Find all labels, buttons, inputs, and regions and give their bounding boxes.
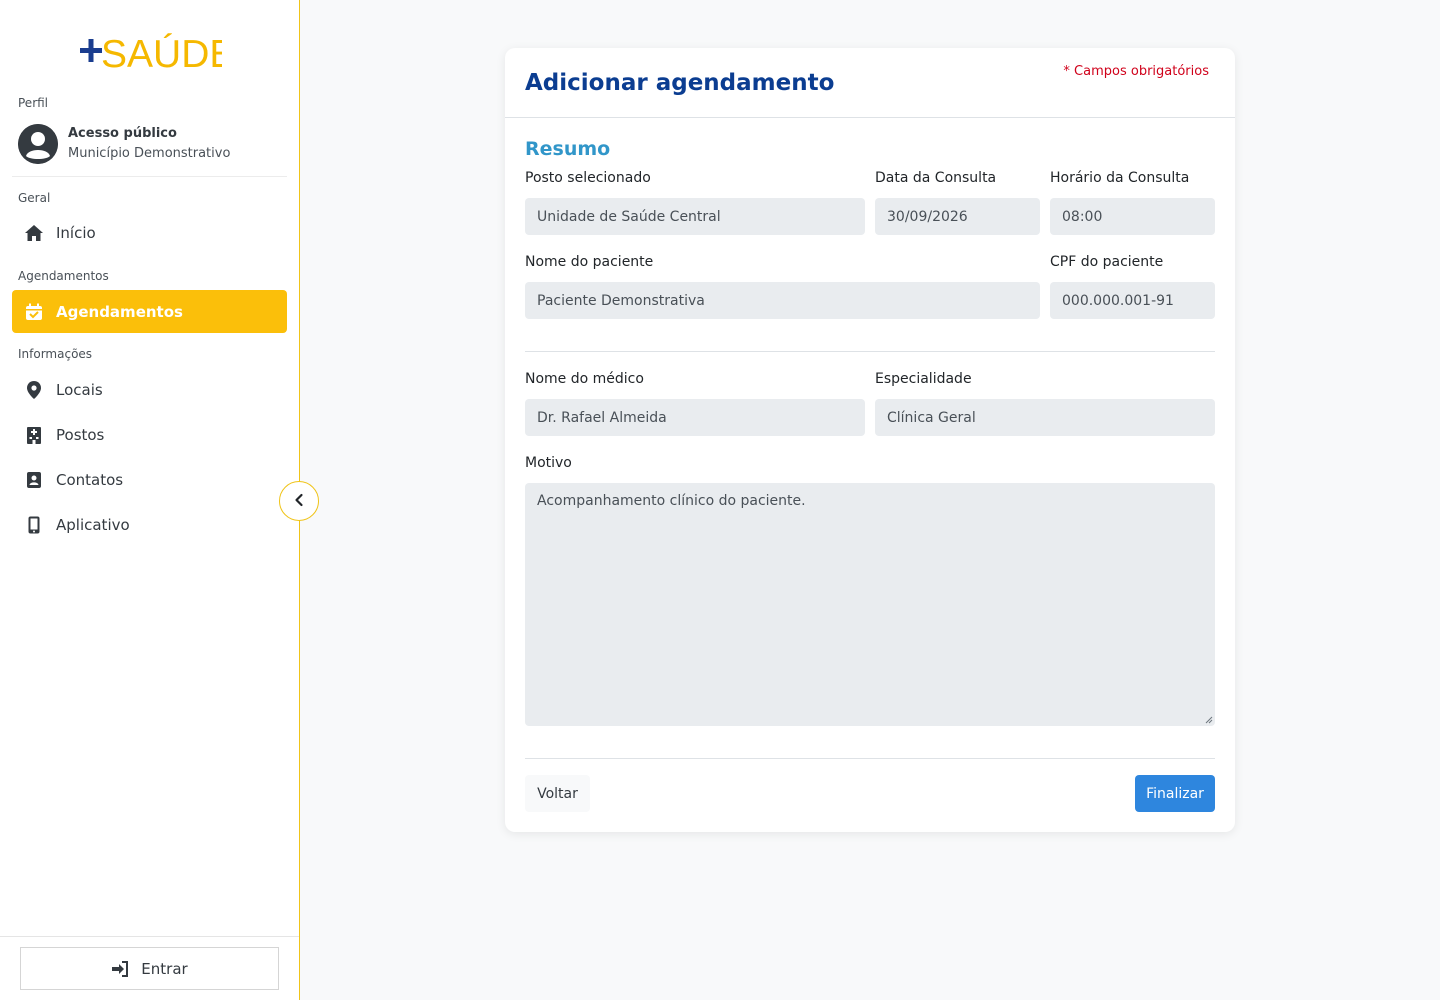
svg-text:SAÚDE: SAÚDE (101, 33, 222, 72)
user-circle-icon (18, 124, 58, 164)
sidebar-item-label: Início (56, 223, 96, 242)
doctor-name-field[interactable]: Dr. Rafael Almeida (525, 399, 865, 436)
sidebar-item-contatos[interactable]: Contatos (12, 458, 287, 501)
page-title: Adicionar agendamento (525, 70, 835, 96)
medico-label: Nome do médico (525, 371, 644, 387)
sidebar-item-aplicativo[interactable]: Aplicativo (12, 503, 287, 546)
login-button[interactable]: Entrar (20, 947, 279, 990)
profile-name: Acesso público (68, 126, 177, 141)
section-divider (525, 351, 1215, 352)
profile-municipality: Município Demonstrativo (68, 146, 231, 161)
summary-section-title: Resumo (525, 138, 611, 160)
sidebar-item-label: Postos (56, 425, 105, 444)
sidebar-item-postos[interactable]: Postos (12, 413, 287, 456)
footer-divider (525, 758, 1215, 759)
login-label: Entrar (141, 959, 188, 978)
sidebar-item-label: Aplicativo (56, 515, 130, 534)
sidebar-collapse-button[interactable] (279, 481, 319, 521)
sidebar: SAÚDE Perfil Acesso público Município De… (0, 0, 300, 1000)
sidebar-item-label: Agendamentos (56, 302, 183, 321)
building-icon (24, 425, 44, 445)
card-header-divider (505, 117, 1235, 118)
nav-group-label: Agendamentos (18, 269, 109, 283)
nav-group-label: Informações (18, 347, 93, 361)
sidebar-item-label: Contatos (56, 470, 124, 489)
especialidade-label: Especialidade (875, 371, 972, 387)
profile-card: Acesso público Município Demonstrativo (18, 122, 288, 166)
cpf-field[interactable]: 000.000.001-91 (1050, 282, 1215, 319)
reason-text: Acompanhamento clínico do paciente. (537, 493, 806, 509)
nav-group-label: Geral (18, 191, 51, 205)
horario-label: Horário da Consulta (1050, 170, 1190, 186)
address-book-icon (24, 470, 44, 490)
time-field[interactable]: 08:00 (1050, 198, 1215, 235)
resize-grip-icon[interactable] (1205, 716, 1213, 724)
sidebar-footer-divider (0, 936, 299, 937)
posto-label: Posto selecionado (525, 170, 651, 186)
cpf-label: CPF do paciente (1050, 254, 1164, 270)
map-pin-icon (24, 380, 44, 400)
paciente-label: Nome do paciente (525, 254, 654, 270)
back-button[interactable]: Voltar (525, 775, 590, 812)
date-field[interactable]: 30/09/2026 (875, 198, 1040, 235)
reason-textarea[interactable]: Acompanhamento clínico do paciente. (525, 483, 1215, 726)
sidebar-item-locais[interactable]: Locais (12, 368, 287, 411)
sidebar-item-inicio[interactable]: Início (12, 211, 287, 254)
chevron-left-icon (294, 492, 304, 511)
mobile-icon (24, 515, 44, 535)
calendar-check-icon (24, 302, 44, 322)
patient-name-field[interactable]: Paciente Demonstrativa (525, 282, 1040, 319)
finish-button[interactable]: Finalizar (1135, 775, 1215, 812)
sign-in-icon (111, 960, 129, 977)
data-label: Data da Consulta (875, 170, 997, 186)
sidebar-item-agendamentos[interactable]: Agendamentos (12, 290, 287, 333)
required-fields-note: * Campos obrigatórios (1063, 64, 1209, 79)
app-logo[interactable]: SAÚDE (78, 28, 222, 72)
appointment-form-card: Adicionar agendamento * Campos obrigatór… (505, 48, 1235, 832)
sidebar-divider (12, 176, 287, 177)
sidebar-item-label: Locais (56, 380, 103, 399)
home-icon (24, 223, 44, 243)
profile-section-label: Perfil (18, 96, 49, 110)
motivo-label: Motivo (525, 455, 572, 471)
specialty-field[interactable]: Clínica Geral (875, 399, 1215, 436)
posto-field[interactable]: Unidade de Saúde Central (525, 198, 865, 235)
